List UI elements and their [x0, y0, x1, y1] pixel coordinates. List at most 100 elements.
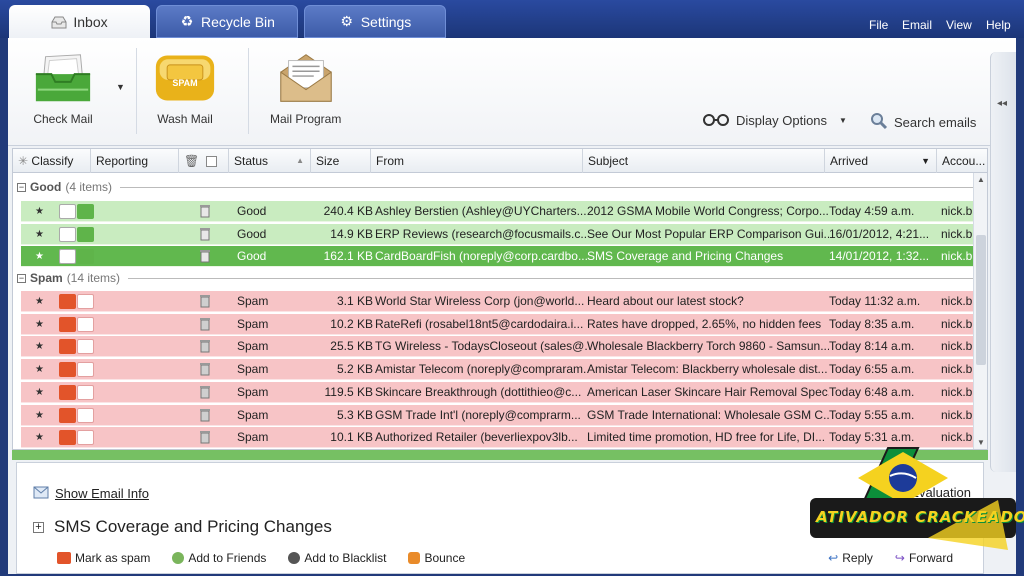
select-all-checkbox[interactable]: [205, 156, 217, 168]
mail-program-button[interactable]: Mail Program: [270, 50, 341, 126]
menu-email[interactable]: Email: [902, 18, 932, 32]
trash-icon[interactable]: [199, 224, 219, 245]
thumbs-up-icon[interactable]: [77, 339, 94, 355]
trash-icon[interactable]: [199, 291, 219, 312]
group-header-spam[interactable]: − Spam (14 items): [13, 267, 987, 289]
column-subject-label: Subject: [588, 154, 629, 168]
table-row[interactable]: ★ Spam 10.2 KB RateRefi (rosabel18nt5@cardo…: [21, 313, 987, 335]
size-cell: 5.3 KB: [336, 407, 373, 422]
thumbs-up-icon[interactable]: [77, 407, 94, 423]
expand-icon[interactable]: +: [33, 521, 44, 533]
column-reporting[interactable]: Reporting: [91, 149, 179, 173]
thumbs-down-icon[interactable]: [59, 294, 76, 309]
tab-inbox[interactable]: Inbox: [9, 5, 150, 38]
star-icon[interactable]: ★: [35, 246, 49, 267]
envelope-icon: [275, 50, 337, 106]
column-trash[interactable]: 🗑: [179, 149, 229, 173]
column-classify[interactable]: ✳ Classify: [13, 149, 91, 173]
thumbs-down-icon[interactable]: [59, 226, 76, 242]
trash-icon[interactable]: [199, 427, 219, 448]
vertical-scrollbar[interactable]: ▲ ▼: [973, 173, 987, 449]
table-row[interactable]: ★ Spam 25.5 KB TG Wireless - TodaysCloseout…: [21, 336, 987, 358]
thumbs-up-icon[interactable]: [77, 249, 94, 265]
bounce-button[interactable]: Bounce: [408, 551, 465, 565]
menu-view[interactable]: View: [946, 18, 972, 32]
mark-as-spam-button[interactable]: Mark as spam: [57, 551, 150, 565]
add-to-blacklist-button[interactable]: Add to Blacklist: [288, 551, 386, 565]
display-options-label: Display Options: [736, 113, 828, 128]
thumbs-up-icon[interactable]: [77, 316, 94, 332]
group-divider: [128, 277, 981, 279]
trash-icon[interactable]: [199, 382, 219, 403]
menu-help[interactable]: Help: [986, 18, 1011, 32]
star-icon[interactable]: ★: [35, 291, 49, 312]
thumbs-down-icon[interactable]: [59, 362, 76, 378]
collapse-icon[interactable]: −: [17, 182, 26, 192]
star-icon[interactable]: ★: [35, 427, 49, 448]
trash-icon[interactable]: [199, 314, 219, 335]
column-arrived[interactable]: Arrived ▼: [825, 149, 937, 173]
group-name: Good: [30, 180, 62, 194]
thumbs-up-icon[interactable]: [77, 294, 94, 309]
check-mail-button[interactable]: Check Mail: [32, 50, 94, 126]
thumbs-down-icon[interactable]: [59, 204, 76, 219]
menu-file[interactable]: File: [869, 18, 888, 32]
trash-icon[interactable]: [199, 201, 219, 222]
group-name: Spam: [30, 271, 63, 285]
arrived-cell: Today 5:55 a.m.: [829, 407, 915, 422]
size-cell: 3.1 KB: [336, 294, 373, 308]
thumbs-up-icon[interactable]: [77, 362, 94, 378]
tab-settings[interactable]: ⚙ Settings: [304, 5, 446, 38]
column-from[interactable]: From: [371, 149, 583, 173]
trash-icon[interactable]: [199, 246, 219, 267]
wash-mail-button[interactable]: SPAM Wash Mail: [154, 50, 216, 126]
thumbs-down-icon[interactable]: [59, 316, 76, 332]
show-email-info-link[interactable]: Show Email Info: [55, 486, 149, 501]
scroll-up-icon[interactable]: ▲: [977, 175, 985, 184]
search-emails-button[interactable]: Search emails: [870, 112, 976, 133]
show-email-info[interactable]: Show Email Info: [33, 485, 149, 502]
thumbs-up-icon[interactable]: [77, 430, 94, 446]
table-row[interactable]: ★ Spam 119.5 KB Skincare Breakthrough (dott…: [21, 381, 987, 403]
star-icon[interactable]: ★: [35, 224, 49, 245]
size-cell: 25.5 KB: [330, 339, 373, 354]
column-size[interactable]: Size: [311, 149, 371, 173]
collapse-icon[interactable]: −: [17, 273, 26, 283]
table-row[interactable]: ★ Good 240.4 KB Ashley Berstien (Ashley@UYC…: [21, 201, 987, 222]
column-status[interactable]: Status ▲: [229, 149, 311, 173]
group-header-good[interactable]: − Good (4 items): [13, 176, 987, 198]
table-row[interactable]: ★ Good 14.9 KB ERP Reviews (research@focusm…: [21, 223, 987, 245]
table-row[interactable]: ★ Spam 5.3 KB GSM Trade Int'l (noreply@comp…: [21, 404, 987, 426]
column-subject[interactable]: Subject: [583, 149, 825, 173]
sort-descending-icon: ▼: [921, 156, 930, 166]
add-to-friends-button[interactable]: Add to Friends: [172, 551, 266, 565]
thumbs-down-icon[interactable]: [59, 339, 76, 355]
star-icon[interactable]: ★: [35, 336, 49, 357]
display-options-button[interactable]: Display Options ▼: [702, 112, 847, 129]
side-panel-toggle[interactable]: ◂◂: [990, 52, 1016, 472]
column-account-label: Accou...: [942, 154, 986, 168]
scrollbar-thumb[interactable]: [976, 235, 986, 365]
thumbs-down-icon[interactable]: [59, 384, 76, 400]
star-icon[interactable]: ★: [35, 405, 49, 426]
table-row[interactable]: ★ Good 162.1 KB CardBoardFish (noreply@corp…: [21, 246, 987, 268]
thumbs-down-icon[interactable]: [59, 249, 76, 265]
thumbs-up-icon[interactable]: [77, 384, 94, 400]
trash-icon[interactable]: [199, 359, 219, 380]
thumbs-up-icon[interactable]: [77, 226, 94, 242]
table-row[interactable]: ★ Spam 3.1 KB World Star Wireless Corp (jon…: [21, 291, 987, 312]
star-icon[interactable]: ★: [35, 359, 49, 380]
thumbs-down-icon[interactable]: [59, 430, 76, 446]
thumbs-up-icon[interactable]: [77, 204, 94, 219]
table-row[interactable]: ★ Spam 5.2 KB Amistar Telecom (noreply@comp…: [21, 359, 987, 381]
column-account[interactable]: Accou...: [937, 149, 987, 173]
star-icon[interactable]: ★: [35, 382, 49, 403]
trash-icon[interactable]: [199, 336, 219, 357]
star-icon[interactable]: ★: [35, 201, 49, 222]
trash-icon[interactable]: [199, 405, 219, 426]
star-icon[interactable]: ★: [35, 314, 49, 335]
thumbs-down-icon[interactable]: [59, 407, 76, 423]
check-mail-dropdown-icon[interactable]: ▼: [116, 82, 125, 92]
from-cell: GSM Trade Int'l (noreply@comprarm...: [375, 407, 581, 422]
tab-recycle-bin[interactable]: ♻ Recycle Bin: [156, 5, 298, 38]
